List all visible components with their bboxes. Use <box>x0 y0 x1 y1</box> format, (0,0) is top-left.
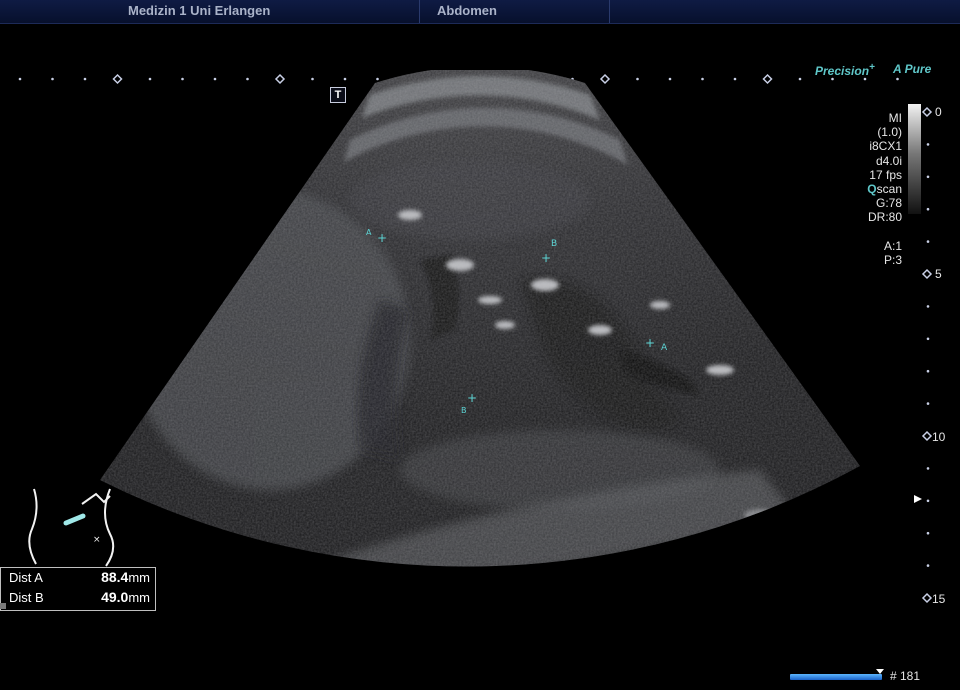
caliper-b-end-cross[interactable]: + <box>467 391 477 405</box>
depth-label-10: 10 <box>932 430 946 444</box>
depth-scale-dot <box>926 337 930 341</box>
depth-scale-dot <box>926 305 930 308</box>
probe-name: i8CX1 <box>869 139 902 154</box>
dynamic-range-value: DR:80 <box>867 210 902 225</box>
depth-scale-dot <box>926 143 930 146</box>
measurement-row-a: Dist A 88.4mm <box>1 568 155 588</box>
mi-value: (1.0) <box>877 125 902 140</box>
depth-scale-dot <box>926 240 930 243</box>
depth-ticks <box>921 106 933 604</box>
depth-scale-dot <box>926 531 930 535</box>
measurement-b-value: 49.0 <box>101 589 129 605</box>
depth-scale-dot <box>926 564 930 567</box>
caliper-b-end-label: B <box>461 406 467 415</box>
measurement-row-b: Dist B 49.0mm <box>1 588 155 608</box>
p-setting: P:3 <box>883 252 902 267</box>
caliper-b-start-label: B <box>551 239 558 249</box>
scan-parameters-panel: MI (1.0) i8CX1 d4.0i 17 fps Qscan G:78 D… <box>830 111 902 267</box>
depth-scale-diamond <box>921 430 933 442</box>
qscan-indicator: Qscan <box>867 182 902 197</box>
caliper-b-start-cross[interactable]: + <box>541 251 551 265</box>
measurement-b-value-wrap: 49.0mm <box>101 589 150 605</box>
cine-position-marker-icon[interactable] <box>876 669 884 674</box>
caliper-a-start-cross[interactable]: + <box>377 231 387 245</box>
caliper-a-end-label: A <box>661 343 668 353</box>
focus-marker-icon[interactable] <box>914 495 924 505</box>
depth-scale-dot <box>926 207 930 211</box>
measurement-a-value: 88.4 <box>101 569 129 585</box>
measurement-results-box: Dist A 88.4mm Dist B 49.0mm <box>0 567 156 611</box>
frame-rate: 17 fps <box>869 167 902 182</box>
caliper-a-end-cross[interactable]: + <box>645 336 655 350</box>
caliper-a-start-label: A <box>366 228 372 237</box>
gain-value: G:78 <box>875 196 902 211</box>
sector-scan-area <box>100 70 860 567</box>
measurement-a-value-wrap: 88.4mm <box>101 569 150 585</box>
depth-label-15: 15 <box>932 592 946 606</box>
depth-scale-dot <box>926 402 930 405</box>
cine-progress-bar[interactable] <box>790 674 882 680</box>
measurement-a-label: Dist A <box>9 570 43 585</box>
mi-label: MI <box>888 111 902 125</box>
frame-number: # 181 <box>890 669 921 683</box>
depth-scale-dot <box>926 499 930 503</box>
measurement-b-label: Dist B <box>9 590 44 605</box>
depth-scale-diamond <box>921 268 933 280</box>
measurement-box-corner-marker <box>0 603 6 609</box>
depth-scale-dot <box>926 369 930 373</box>
depth-setting: d4.0i <box>875 153 902 168</box>
depth-scale-diamond <box>921 592 933 604</box>
a-setting: A:1 <box>883 238 902 253</box>
body-marker-icon[interactable]: × <box>20 484 130 569</box>
measurement-b-unit: mm <box>128 590 150 605</box>
svg-text:×: × <box>93 535 101 545</box>
depth-scale: 0 5 10 15 <box>914 100 960 620</box>
depth-label-5: 5 <box>935 267 942 281</box>
depth-scale-dot <box>926 467 930 470</box>
depth-scale-diamond <box>921 106 933 118</box>
depth-scale-dot <box>926 175 930 179</box>
measurement-a-unit: mm <box>128 570 150 585</box>
depth-label-0: 0 <box>935 105 942 119</box>
